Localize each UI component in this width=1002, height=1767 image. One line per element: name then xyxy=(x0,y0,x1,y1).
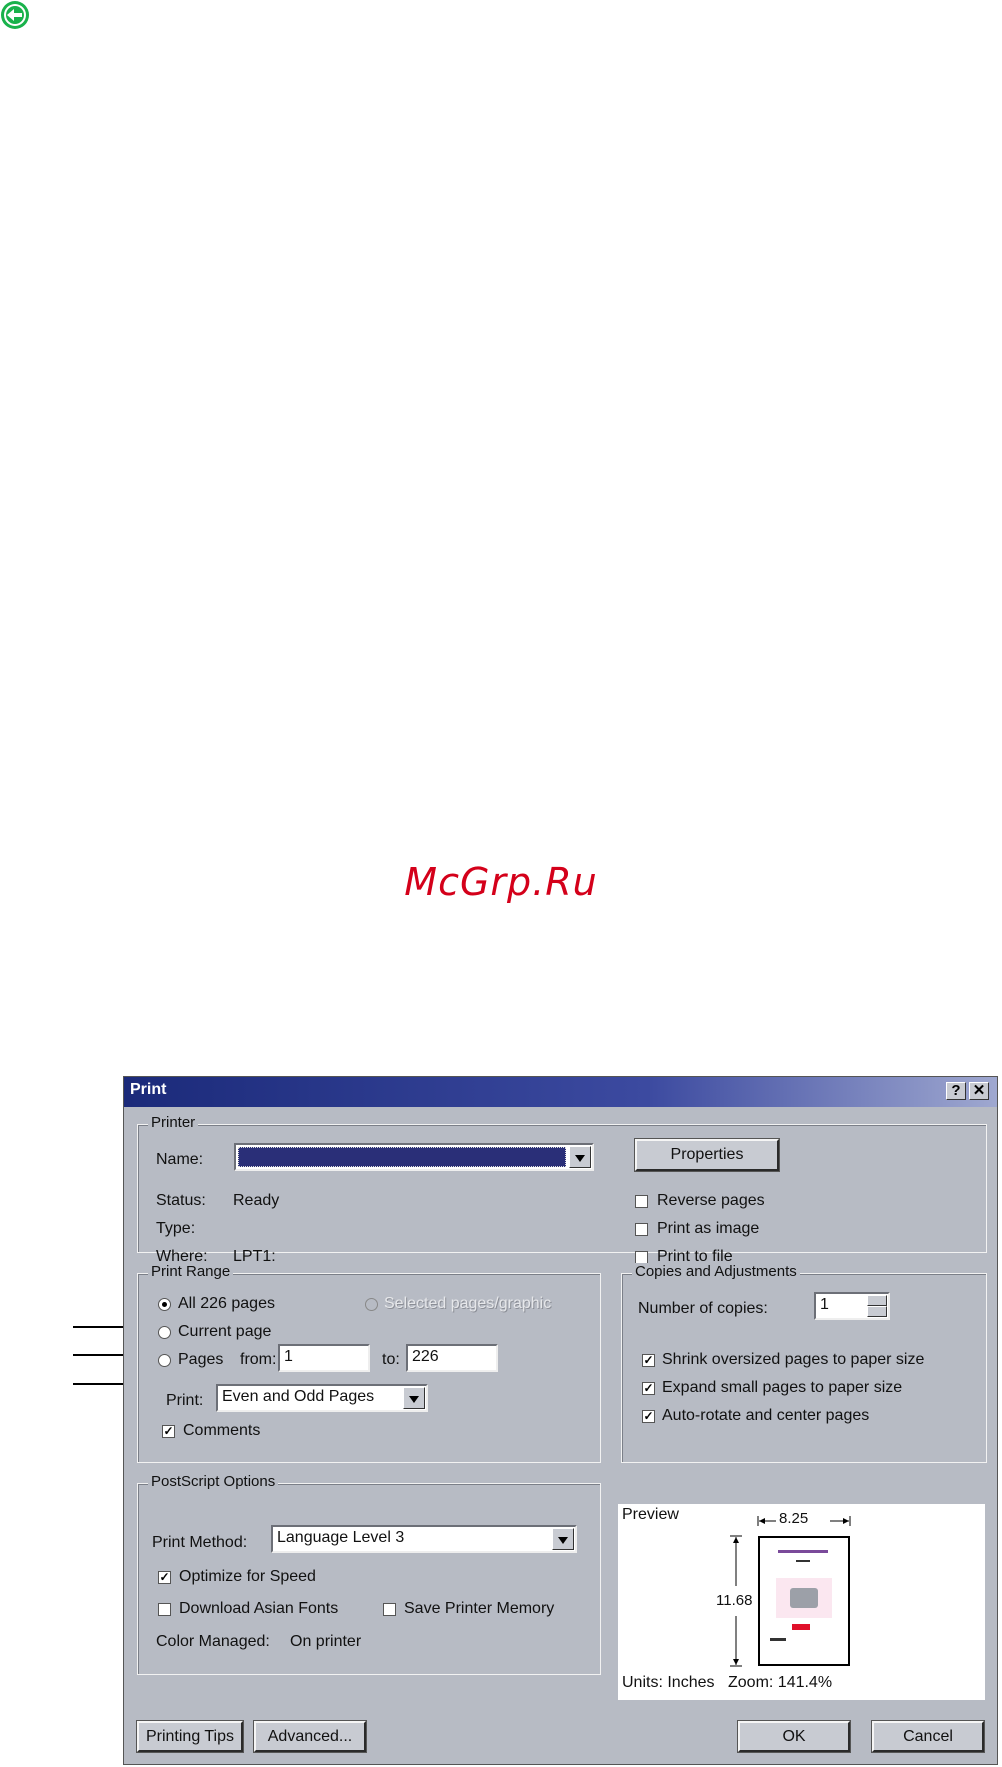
color-managed-label: Color Managed: xyxy=(156,1633,270,1650)
print-method-value: Language Level 3 xyxy=(277,1529,405,1546)
thumb-red-bar xyxy=(792,1624,810,1630)
pages-radio[interactable] xyxy=(158,1354,171,1367)
shrink-checkbox[interactable]: ✓ xyxy=(642,1354,655,1367)
advanced-button[interactable]: Advanced... xyxy=(254,1721,366,1752)
thumb-footer-line xyxy=(770,1638,786,1641)
print-subset-select[interactable]: Even and Odd Pages xyxy=(216,1384,428,1412)
properties-button[interactable]: Properties xyxy=(635,1139,779,1171)
from-label: from: xyxy=(240,1351,277,1368)
expand-label[interactable]: Expand small pages to paper size xyxy=(662,1379,902,1397)
selected-pages-label[interactable]: Selected pages/graphic xyxy=(384,1295,551,1313)
print-subset-value: Even and Odd Pages xyxy=(222,1388,375,1405)
type-label: Type: xyxy=(156,1220,196,1237)
comments-checkbox[interactable]: ✓ xyxy=(162,1425,175,1438)
page-thumbnail xyxy=(758,1536,850,1666)
all-pages-radio[interactable] xyxy=(158,1298,171,1311)
preview-panel: Preview 8.25 11.68 Units: Inches Zoom: 1… xyxy=(618,1504,985,1700)
reverse-pages-label[interactable]: Reverse pages xyxy=(657,1192,765,1210)
preview-units: Units: Inches xyxy=(622,1674,715,1691)
thumb-title-line xyxy=(778,1550,828,1553)
title-bar: Print ? ✕ xyxy=(124,1077,997,1107)
printer-image-icon xyxy=(776,1578,832,1618)
print-method-label: Print Method: xyxy=(152,1534,248,1551)
thumb-subtitle-line xyxy=(796,1560,810,1562)
copies-input[interactable]: 1 xyxy=(814,1292,890,1320)
to-label: to: xyxy=(382,1351,400,1368)
printing-tips-button[interactable]: Printing Tips xyxy=(137,1721,243,1752)
selected-pages-radio[interactable] xyxy=(365,1298,378,1311)
autorotate-label[interactable]: Auto-rotate and center pages xyxy=(662,1407,869,1425)
shrink-label[interactable]: Shrink oversized pages to paper size xyxy=(662,1351,924,1369)
back-arrow-icon[interactable] xyxy=(0,0,30,30)
chevron-down-icon[interactable] xyxy=(569,1146,591,1168)
pages-label[interactable]: Pages xyxy=(178,1351,223,1369)
number-of-copies-label: Number of copies: xyxy=(638,1300,768,1317)
cancel-button[interactable]: Cancel xyxy=(872,1721,984,1752)
from-input[interactable]: 1 xyxy=(278,1344,370,1372)
postscript-legend: PostScript Options xyxy=(148,1473,279,1490)
comments-label[interactable]: Comments xyxy=(183,1422,260,1440)
help-button[interactable]: ? xyxy=(946,1082,966,1100)
save-memory-checkbox[interactable] xyxy=(383,1603,396,1616)
spin-down-icon[interactable] xyxy=(867,1306,887,1317)
print-as-image-label[interactable]: Print as image xyxy=(657,1220,759,1238)
dialog-title: Print xyxy=(130,1081,167,1098)
current-page-label[interactable]: Current page xyxy=(178,1323,271,1341)
print-as-image-checkbox[interactable] xyxy=(635,1223,648,1236)
chevron-down-icon[interactable] xyxy=(403,1387,425,1409)
optimize-checkbox[interactable]: ✓ xyxy=(158,1571,171,1584)
printer-legend: Printer xyxy=(148,1114,199,1131)
download-fonts-label[interactable]: Download Asian Fonts xyxy=(179,1600,338,1618)
save-memory-label[interactable]: Save Printer Memory xyxy=(404,1600,554,1618)
to-input[interactable]: 226 xyxy=(406,1344,498,1372)
printer-group: Printer Name: Properties Status: Ready T… xyxy=(137,1114,987,1265)
preview-height: 11.68 xyxy=(716,1592,753,1609)
status-label: Status: xyxy=(156,1192,206,1209)
print-dialog: Print ? ✕ Printer Name: Properties Statu… xyxy=(123,1076,998,1765)
status-value: Ready xyxy=(233,1192,280,1209)
printer-name-value xyxy=(238,1147,566,1167)
ok-button[interactable]: OK xyxy=(738,1721,850,1752)
download-fonts-checkbox[interactable] xyxy=(158,1603,171,1616)
preview-zoom: Zoom: 141.4% xyxy=(728,1674,833,1691)
watermark: McGrp.Ru xyxy=(404,860,598,904)
autorotate-checkbox[interactable]: ✓ xyxy=(642,1410,655,1423)
spin-up-icon[interactable] xyxy=(867,1295,887,1306)
close-button[interactable]: ✕ xyxy=(969,1082,989,1100)
postscript-group: PostScript Options Print Method: Languag… xyxy=(137,1473,601,1675)
current-page-radio[interactable] xyxy=(158,1326,171,1339)
copies-group: Copies and Adjustments Number of copies:… xyxy=(621,1263,987,1463)
where-value: LPT1: xyxy=(233,1248,276,1265)
print-method-select[interactable]: Language Level 3 xyxy=(271,1525,577,1553)
expand-checkbox[interactable]: ✓ xyxy=(642,1382,655,1395)
copies-value: 1 xyxy=(820,1296,829,1313)
reverse-pages-checkbox[interactable] xyxy=(635,1195,648,1208)
print-range-legend: Print Range xyxy=(148,1263,234,1280)
print-range-group: Print Range All 226 pages Selected pages… xyxy=(137,1263,601,1463)
all-pages-label[interactable]: All 226 pages xyxy=(178,1295,275,1313)
color-managed-value: On printer xyxy=(290,1633,362,1650)
optimize-label[interactable]: Optimize for Speed xyxy=(179,1568,316,1586)
name-label: Name: xyxy=(156,1151,204,1168)
printer-name-select[interactable] xyxy=(234,1143,594,1171)
copies-legend: Copies and Adjustments xyxy=(632,1263,800,1280)
chevron-down-icon[interactable] xyxy=(552,1528,574,1550)
preview-width: 8.25 xyxy=(779,1510,809,1527)
print-subset-label: Print: xyxy=(166,1392,204,1409)
